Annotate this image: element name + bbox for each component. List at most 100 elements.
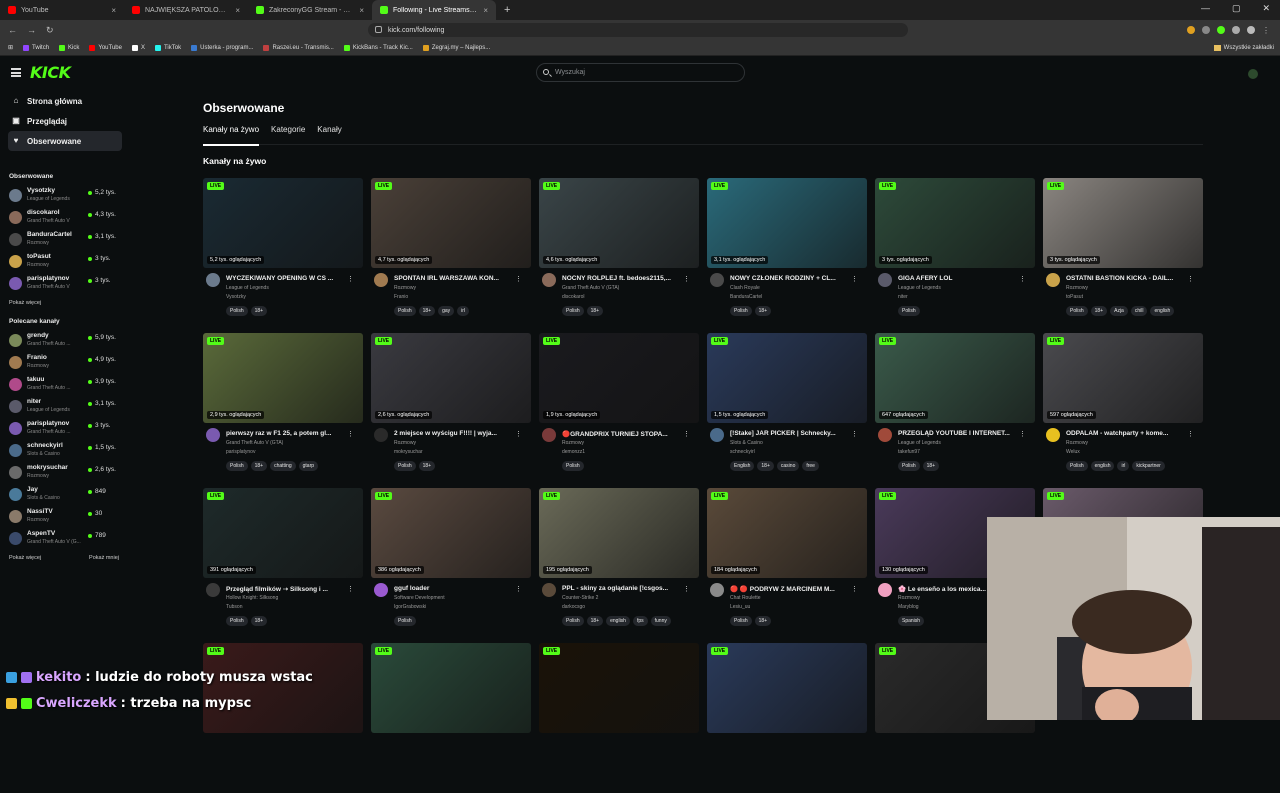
bookmark-item[interactable]: Kick (59, 44, 79, 51)
forward-icon[interactable]: → (27, 25, 36, 36)
stream-card[interactable]: LIVE 391 oglądających Przegląd filmików ➝ … (203, 488, 363, 638)
bookmark-item[interactable]: Zegraj.my – Najleps... (422, 44, 490, 51)
stream-tag[interactable]: irl (457, 306, 470, 316)
stream-tag[interactable]: kickpartner (1132, 461, 1165, 471)
sidebar-channel[interactable]: AspenTV Grand Theft Auto V (G... 789 (0, 527, 130, 549)
stream-card[interactable]: LIVE 195 oglądających PPL - skiny za ogląd… (539, 488, 699, 638)
stream-category[interactable]: Software Development (394, 595, 445, 601)
stream-tag[interactable]: 18+ (757, 461, 774, 471)
close-tab-icon[interactable]: × (111, 6, 116, 15)
stream-category[interactable]: Grand Theft Auto V (GTA) (562, 285, 619, 291)
sidebar-channel[interactable]: toPasut Rozmowy 3 tys. (0, 250, 130, 272)
tab-categories[interactable]: Kategorie (271, 125, 305, 145)
stream-title[interactable]: PPL - skiny za oglądanie [!csgos... (562, 585, 688, 592)
stream-title[interactable]: [!Stake] JAR PICKER | Schnecky... (730, 430, 856, 437)
sidebar-nav-home[interactable]: ⌂ Strona główna (8, 91, 122, 111)
stream-tag[interactable]: 18+ (418, 461, 436, 471)
stream-category[interactable]: Counter-Strike 2 (562, 595, 598, 601)
stream-tag[interactable]: Polish (898, 461, 920, 471)
more-options-icon[interactable]: ⋮ (515, 430, 522, 438)
show-less-link[interactable]: Pokaż mniej (89, 555, 119, 561)
sidebar-channel[interactable]: takuu Grand Theft Auto ... 3,9 tys. (0, 373, 130, 395)
stream-tag[interactable]: gtarp (298, 461, 319, 471)
stream-tag[interactable]: chill (1130, 306, 1148, 316)
stream-title[interactable]: gguf loader (394, 585, 520, 592)
profile-icon[interactable] (1247, 25, 1255, 34)
stream-tag[interactable]: Polish (226, 461, 248, 471)
streamer-avatar[interactable] (710, 428, 724, 442)
streamer-avatar[interactable] (1046, 428, 1060, 442)
more-options-icon[interactable]: ⋮ (515, 275, 522, 283)
stream-tag[interactable]: irl (1117, 461, 1130, 471)
streamer-name[interactable]: toPasut (1066, 294, 1083, 300)
stream-tag[interactable]: 18+ (754, 306, 772, 316)
bookmark-item[interactable]: TikTok (154, 44, 181, 51)
bookmark-item[interactable]: X (131, 44, 145, 51)
stream-card[interactable]: LIVE 597 oglądających ODPALAM - watchparty… (1043, 333, 1203, 483)
stream-tag[interactable]: english (1150, 306, 1175, 316)
maximize-icon[interactable]: ▢ (1232, 3, 1241, 14)
minimize-icon[interactable]: — (1201, 3, 1210, 14)
sidebar-nav-browse[interactable]: ▣ Przeglądaj (8, 111, 122, 131)
stream-title[interactable]: OSTATNI BASTION KICKA - DAIL... (1066, 275, 1192, 282)
stream-thumbnail[interactable]: LIVE 2,6 tys. oglądających (371, 333, 531, 423)
sidebar-channel[interactable]: Franio Rozmowy 4,9 tys. (0, 351, 130, 373)
stream-tag[interactable]: Polish (394, 616, 416, 626)
stream-card[interactable]: LIVE 4,6 tys. oglądających NOCNY ROLPLEJ f… (539, 178, 699, 328)
stream-category[interactable]: Rozmowy (394, 440, 416, 446)
browser-tab[interactable]: Following - Live Streams on Kick × (372, 0, 496, 20)
stream-title[interactable]: WYCZEKIWANY OPENING W CS ... (226, 275, 352, 282)
new-tab-button[interactable]: + (496, 4, 518, 16)
stream-thumbnail[interactable]: LIVE 3 tys. oglądających (1043, 178, 1203, 268)
stream-card[interactable]: LIVE 5,2 tys. oglądających WYCZEKIWANY OPE… (203, 178, 363, 328)
stream-category[interactable]: Slots & Casino (730, 440, 763, 446)
sidebar-channel[interactable]: Vysotzky League of Legends 5,2 tys. (0, 184, 130, 206)
stream-tag[interactable]: Polish (226, 616, 248, 626)
stream-card[interactable]: LIVE (539, 643, 699, 793)
stream-thumbnail[interactable]: LIVE 5,2 tys. oglądających (203, 178, 363, 268)
extension-icon[interactable] (1217, 25, 1225, 34)
puzzle-icon[interactable] (1232, 25, 1240, 34)
sidebar-channel[interactable]: grendy Grand Theft Auto ... 5,9 tys. (0, 329, 130, 351)
more-options-icon[interactable]: ⋮ (1187, 430, 1194, 438)
url-field[interactable]: kick.com/following (368, 23, 908, 37)
sidebar-nav-following[interactable]: ♥ Obserwowane (8, 131, 122, 151)
stream-title[interactable]: GIGA AFERY LOL (898, 275, 1024, 282)
sidebar-channel[interactable]: parisplatynov Grand Theft Auto V 3 tys. (0, 272, 130, 294)
stream-tag[interactable]: Polish (730, 616, 752, 626)
stream-category[interactable]: Rozmowy (562, 440, 584, 446)
stream-thumbnail[interactable]: LIVE 386 oglądających (371, 488, 531, 578)
more-options-icon[interactable]: ⋮ (683, 275, 690, 283)
stream-thumbnail[interactable]: LIVE 3,1 tys. oglądających (707, 178, 867, 268)
stream-card[interactable]: LIVE 3 tys. oglądających OSTATNI BASTION K… (1043, 178, 1203, 328)
more-options-icon[interactable]: ⋮ (1187, 275, 1194, 283)
stream-card[interactable]: LIVE 2,6 tys. oglądających 2 miejsce w wyś… (371, 333, 531, 483)
apps-grid-icon[interactable]: ⊞ (8, 44, 13, 51)
streamer-avatar[interactable] (1046, 273, 1060, 287)
stream-tag[interactable]: gay (438, 306, 455, 316)
more-options-icon[interactable]: ⋮ (515, 585, 522, 593)
stream-tag[interactable]: 18+ (586, 616, 604, 626)
all-bookmarks[interactable]: Wszystkie zakładki (1213, 44, 1274, 51)
stream-tag[interactable]: 18+ (418, 306, 436, 316)
sidebar-channel[interactable]: Jay Slots & Casino 849 (0, 483, 130, 505)
stream-thumbnail[interactable]: LIVE 597 oglądających (1043, 333, 1203, 423)
more-options-icon[interactable]: ⋮ (851, 430, 858, 438)
streamer-avatar[interactable] (878, 428, 892, 442)
stream-tag[interactable]: english (606, 616, 630, 626)
stream-card[interactable]: LIVE 1,5 tys. oglądających [!Stake] JAR PI… (707, 333, 867, 483)
browser-tab[interactable]: NAJWIĘKSZA PATOLOGIA W POLSCE × (124, 0, 248, 20)
streamer-avatar[interactable] (878, 273, 892, 287)
extension-icon[interactable] (1187, 25, 1195, 34)
stream-card[interactable]: LIVE 184 oglądających 🔴 🔴 PODRYW Z MARCINE… (707, 488, 867, 638)
streamer-avatar[interactable] (542, 583, 556, 597)
stream-card[interactable]: LIVE 386 oglądających gguf loader ⋮ Software… (371, 488, 531, 638)
more-options-icon[interactable]: ⋮ (347, 275, 354, 283)
close-tab-icon[interactable]: × (359, 6, 364, 15)
stream-tag[interactable]: Spanish (898, 616, 925, 626)
stream-tag[interactable]: english (1090, 461, 1115, 471)
streamer-name[interactable]: Tubson (226, 604, 243, 610)
streamer-avatar[interactable] (374, 428, 388, 442)
more-options-icon[interactable]: ⋮ (851, 275, 858, 283)
stream-thumbnail[interactable]: LIVE 1,5 tys. oglądających (707, 333, 867, 423)
